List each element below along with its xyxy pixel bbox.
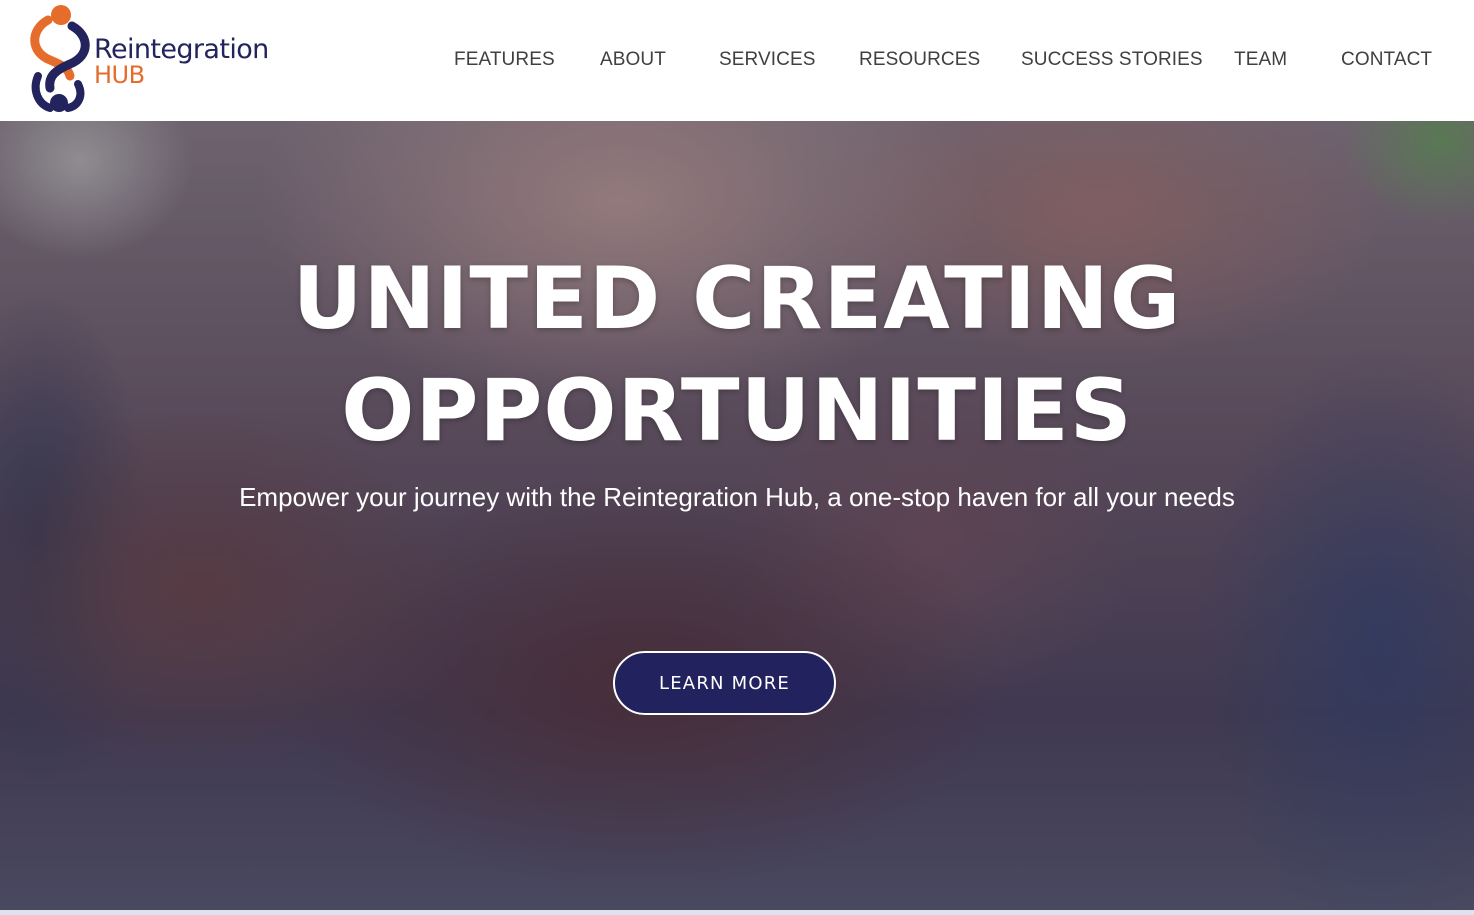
site-header: Reintegration HUB FEATURES ABOUT SERVICE… (0, 0, 1474, 121)
nav-item-contact[interactable]: CONTACT (1341, 49, 1432, 71)
nav-item-features[interactable]: FEATURES (454, 49, 555, 71)
main-navigation: FEATURES ABOUT SERVICES RESOURCES SUCCES… (0, 49, 1474, 75)
page-bottom-divider (0, 910, 1474, 915)
nav-item-success-stories[interactable]: SUCCESS STORIES (1021, 49, 1203, 71)
hero-section: UNITED CREATING OPPORTUNITIES Empower yo… (0, 121, 1474, 910)
nav-item-services[interactable]: SERVICES (719, 49, 816, 71)
hero-title-line2: OPPORTUNITIES (341, 361, 1133, 461)
hero-title: UNITED CREATING OPPORTUNITIES (0, 243, 1474, 467)
learn-more-button[interactable]: LEARN MORE (613, 651, 836, 715)
nav-item-about[interactable]: ABOUT (600, 49, 666, 71)
hero-title-line1: UNITED CREATING (292, 249, 1182, 349)
hero-subtitle: Empower your journey with the Reintegrat… (239, 482, 1235, 512)
nav-item-resources[interactable]: RESOURCES (859, 49, 980, 71)
nav-item-team[interactable]: TEAM (1234, 49, 1287, 71)
